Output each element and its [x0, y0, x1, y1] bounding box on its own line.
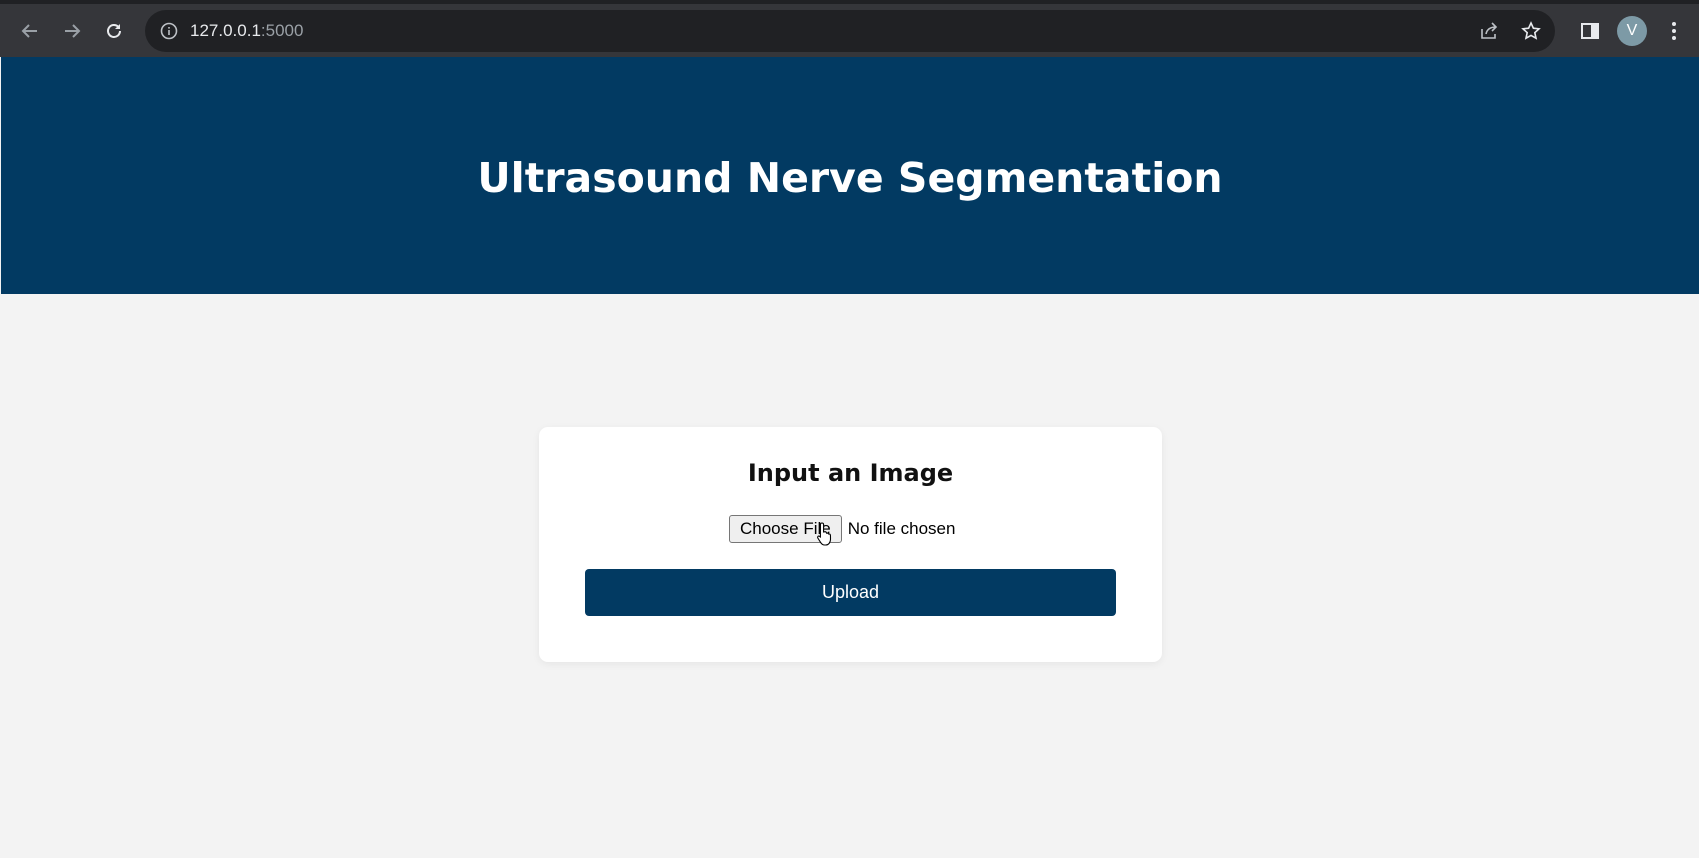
- forward-button[interactable]: [51, 10, 93, 52]
- upload-button[interactable]: Upload: [585, 569, 1116, 616]
- file-status-text: No file chosen: [847, 519, 956, 538]
- address-bar[interactable]: 127.0.0.1:5000: [145, 10, 1555, 52]
- back-arrow-icon: [21, 23, 37, 38]
- url-port: :5000: [260, 21, 304, 40]
- browser-menu-button[interactable]: [1653, 10, 1695, 52]
- info-icon: [160, 22, 178, 40]
- url-text: 127.0.0.1:5000: [190, 21, 303, 41]
- mouse-cursor-icon: [817, 522, 832, 546]
- browser-chrome: 127.0.0.1:5000 V: [0, 0, 1699, 57]
- avatar: V: [1617, 15, 1647, 46]
- card-heading: Input an Image: [747, 459, 954, 487]
- back-button[interactable]: [9, 10, 51, 52]
- bookmark-button[interactable]: [1517, 17, 1545, 45]
- reload-icon: [107, 23, 121, 38]
- upload-card: Input an Image Choose File No file chose…: [539, 427, 1162, 662]
- page-content: Ultrasound Nerve Segmentation Input an I…: [1, 57, 1699, 858]
- forward-arrow-icon: [65, 23, 81, 38]
- file-input[interactable]: Choose File No file chosen: [729, 515, 955, 543]
- page-title: Ultrasound Nerve Segmentation: [477, 153, 1223, 202]
- share-icon: [1481, 22, 1498, 39]
- profile-button[interactable]: V: [1611, 10, 1653, 52]
- url-host: 127.0.0.1: [190, 21, 261, 40]
- star-icon: [1521, 21, 1541, 40]
- reload-button[interactable]: [93, 10, 135, 52]
- side-panel-button[interactable]: [1569, 10, 1611, 52]
- share-button[interactable]: [1475, 17, 1503, 45]
- side-panel-icon: [1581, 22, 1599, 39]
- kebab-menu-icon: [1672, 21, 1676, 40]
- header-banner: Ultrasound Nerve Segmentation: [1, 57, 1699, 294]
- site-info-button[interactable]: [158, 20, 180, 42]
